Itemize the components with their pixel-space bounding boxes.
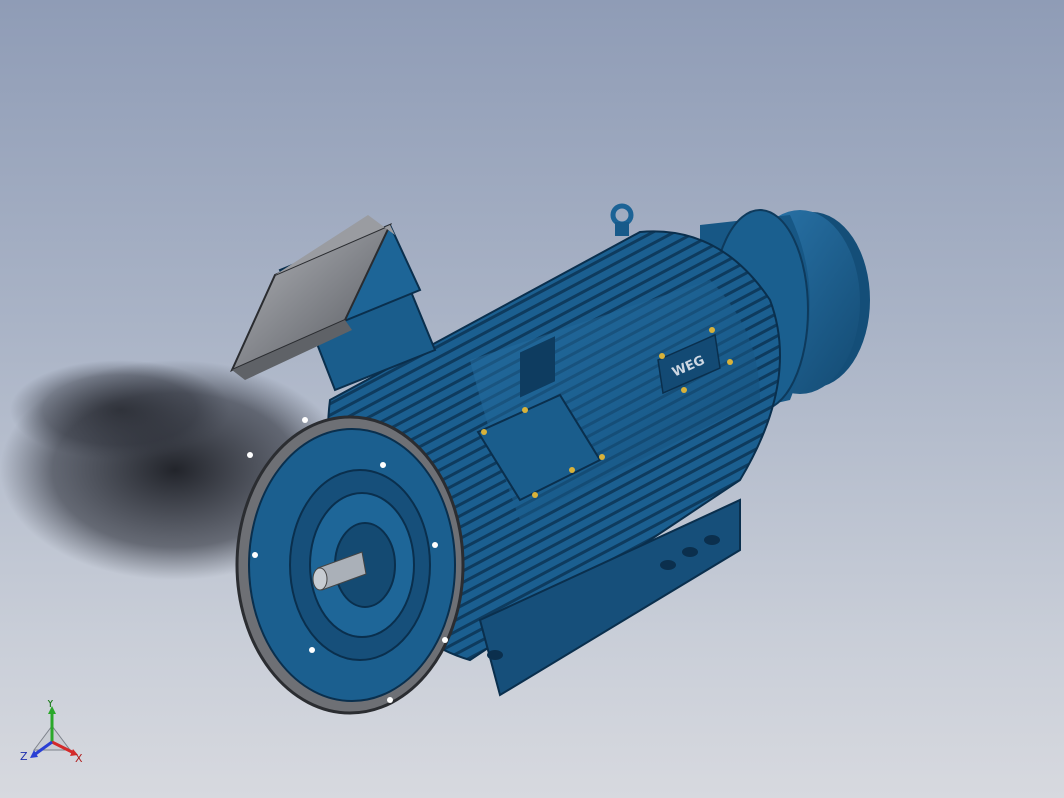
triad-y-label: Y: [46, 700, 54, 710]
triad-z-label: Z: [20, 750, 28, 763]
ground-shadow-2: [10, 360, 230, 460]
triad-x-label: X: [75, 752, 83, 765]
coordinate-triad[interactable]: Y X Z: [18, 700, 88, 770]
motor-model[interactable]: WEG: [0, 0, 1064, 798]
cad-viewport[interactable]: WEG Y X Z: [0, 0, 1064, 798]
lifting-eye: [610, 203, 634, 236]
